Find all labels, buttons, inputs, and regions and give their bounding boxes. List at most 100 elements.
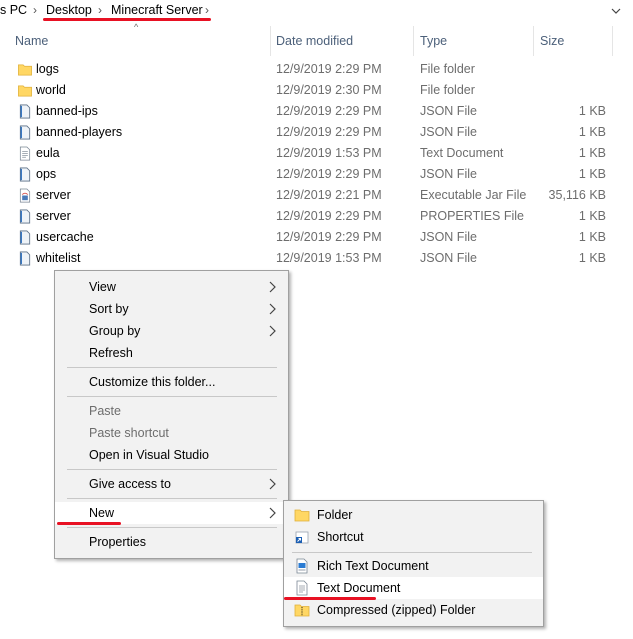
json-file-icon — [19, 125, 31, 140]
submenu-item-rich-text-document[interactable]: Rich Text Document — [284, 555, 543, 577]
file-size: 1 KB — [578, 104, 606, 118]
chevron-right-icon — [269, 507, 276, 519]
red-annotation-underline — [43, 18, 211, 21]
file-date-modified: 12/9/2019 2:29 PM — [276, 209, 382, 223]
jar-file-icon — [19, 188, 31, 203]
json-file-icon — [19, 251, 31, 266]
shortcut-arrow-icon — [295, 531, 309, 544]
json-file-icon — [19, 104, 31, 119]
column-divider[interactable] — [612, 26, 613, 56]
file-type: File folder — [420, 83, 475, 97]
column-type[interactable]: Type — [420, 26, 447, 56]
submenu-item-text-document[interactable]: Text Document — [284, 577, 543, 599]
file-date-modified: 12/9/2019 2:29 PM — [276, 167, 382, 181]
new-submenu: Folder Shortcut Rich Text Document Text … — [283, 500, 544, 627]
submenu-label: Shortcut — [317, 530, 364, 544]
column-divider[interactable] — [413, 26, 414, 56]
file-row[interactable]: server 12/9/2019 2:21 PM Executable Jar Fi… — [0, 185, 633, 206]
file-name: server — [36, 209, 71, 223]
file-name: whitelist — [36, 251, 81, 265]
menu-label: Refresh — [89, 346, 133, 360]
file-date-modified: 12/9/2019 2:29 PM — [276, 230, 382, 244]
file-size: 1 KB — [578, 209, 606, 223]
menu-label: Customize this folder... — [89, 375, 216, 389]
zip-folder-icon — [294, 604, 310, 617]
file-row[interactable]: ops 12/9/2019 2:29 PM JSON File 1 KB — [0, 164, 633, 185]
file-type: Executable Jar File — [420, 188, 527, 202]
breadcrumb-desktop[interactable]: Desktop — [46, 3, 92, 17]
menu-item-view[interactable]: View — [55, 276, 288, 298]
chevron-right-icon — [269, 281, 276, 293]
menu-separator — [292, 552, 532, 553]
file-name: logs — [36, 62, 59, 76]
chevron-right-icon — [269, 478, 276, 490]
menu-label: Paste — [89, 404, 121, 418]
column-name[interactable]: Name — [15, 26, 48, 56]
menu-item-refresh[interactable]: Refresh — [55, 342, 288, 364]
menu-label: Open in Visual Studio — [89, 448, 209, 462]
file-name: world — [36, 83, 66, 97]
breadcrumb-chevron-icon[interactable]: › — [205, 3, 209, 17]
menu-item-group-by[interactable]: Group by — [55, 320, 288, 342]
chevron-right-icon — [269, 303, 276, 315]
file-row[interactable]: whitelist 12/9/2019 1:53 PM JSON File 1 KB — [0, 248, 633, 269]
chevron-down-icon[interactable] — [605, 1, 627, 21]
file-row[interactable]: usercache 12/9/2019 2:29 PM JSON File 1 KB — [0, 227, 633, 248]
file-type: Text Document — [420, 146, 504, 160]
file-row[interactable]: server 12/9/2019 2:29 PM PROPERTIES File 1 … — [0, 206, 633, 227]
menu-label: Paste shortcut — [89, 426, 169, 440]
file-type: JSON File — [420, 251, 477, 265]
file-size: 1 KB — [578, 251, 606, 265]
submenu-label: Text Document — [317, 581, 401, 595]
menu-item-give-access-to[interactable]: Give access to — [55, 473, 288, 495]
menu-separator — [67, 367, 277, 368]
file-row[interactable]: logs 12/9/2019 2:29 PM File folder — [0, 59, 633, 80]
file-type: File folder — [420, 62, 475, 76]
file-name: ops — [36, 167, 57, 181]
column-divider[interactable] — [270, 26, 271, 56]
menu-item-customize-folder[interactable]: Customize this folder... — [55, 371, 288, 393]
json-file-icon — [19, 167, 31, 182]
file-date-modified: 12/9/2019 1:53 PM — [276, 251, 382, 265]
breadcrumb-chevron-icon[interactable]: › — [33, 3, 37, 17]
submenu-item-folder[interactable]: Folder — [284, 504, 543, 526]
menu-item-paste-shortcut[interactable]: Paste shortcut — [55, 422, 288, 444]
menu-item-properties[interactable]: Properties — [55, 531, 288, 553]
file-row[interactable]: banned-ips 12/9/2019 2:29 PM JSON File 1 KB — [0, 101, 633, 122]
column-date-modified[interactable]: Date modified — [276, 26, 353, 56]
column-size[interactable]: Size — [540, 26, 564, 56]
menu-item-new[interactable]: New — [55, 502, 288, 524]
menu-separator — [67, 498, 277, 499]
file-type: PROPERTIES File — [420, 209, 524, 223]
rich-text-document-icon — [296, 558, 308, 574]
submenu-item-compressed-folder[interactable]: Compressed (zipped) Folder — [284, 599, 543, 621]
file-date-modified: 12/9/2019 2:30 PM — [276, 83, 382, 97]
menu-label: Group by — [89, 324, 141, 338]
menu-item-paste[interactable]: Paste — [55, 400, 288, 422]
file-date-modified: 12/9/2019 2:29 PM — [276, 125, 382, 139]
file-row[interactable]: banned-players 12/9/2019 2:29 PM JSON File… — [0, 122, 633, 143]
submenu-label: Rich Text Document — [317, 559, 429, 573]
breadcrumb-this-pc[interactable]: s PC — [0, 3, 27, 17]
file-row[interactable]: world 12/9/2019 2:30 PM File folder — [0, 80, 633, 101]
breadcrumb-minecraft-server[interactable]: Minecraft Server — [111, 3, 203, 17]
file-date-modified: 12/9/2019 2:29 PM — [276, 62, 382, 76]
menu-item-sort-by[interactable]: Sort by — [55, 298, 288, 320]
file-date-modified: 12/9/2019 1:53 PM — [276, 146, 382, 160]
menu-label: New — [89, 506, 115, 520]
text-file-icon — [19, 146, 31, 161]
column-divider[interactable] — [533, 26, 534, 56]
red-annotation-underline — [57, 522, 121, 525]
file-size: 1 KB — [578, 146, 606, 160]
folder-icon — [294, 509, 310, 522]
file-size: 1 KB — [578, 230, 606, 244]
submenu-item-shortcut[interactable]: Shortcut — [284, 526, 543, 548]
menu-label: Give access to — [89, 477, 171, 491]
submenu-label: Folder — [317, 508, 353, 522]
file-row[interactable]: eula 12/9/2019 1:53 PM Text Document 1 KB — [0, 143, 633, 164]
file-name: banned-ips — [36, 104, 98, 118]
file-type: JSON File — [420, 125, 477, 139]
file-date-modified: 12/9/2019 2:29 PM — [276, 104, 382, 118]
menu-item-open-in-visual-studio[interactable]: Open in Visual Studio — [55, 444, 288, 466]
breadcrumb-chevron-icon[interactable]: › — [98, 3, 102, 17]
